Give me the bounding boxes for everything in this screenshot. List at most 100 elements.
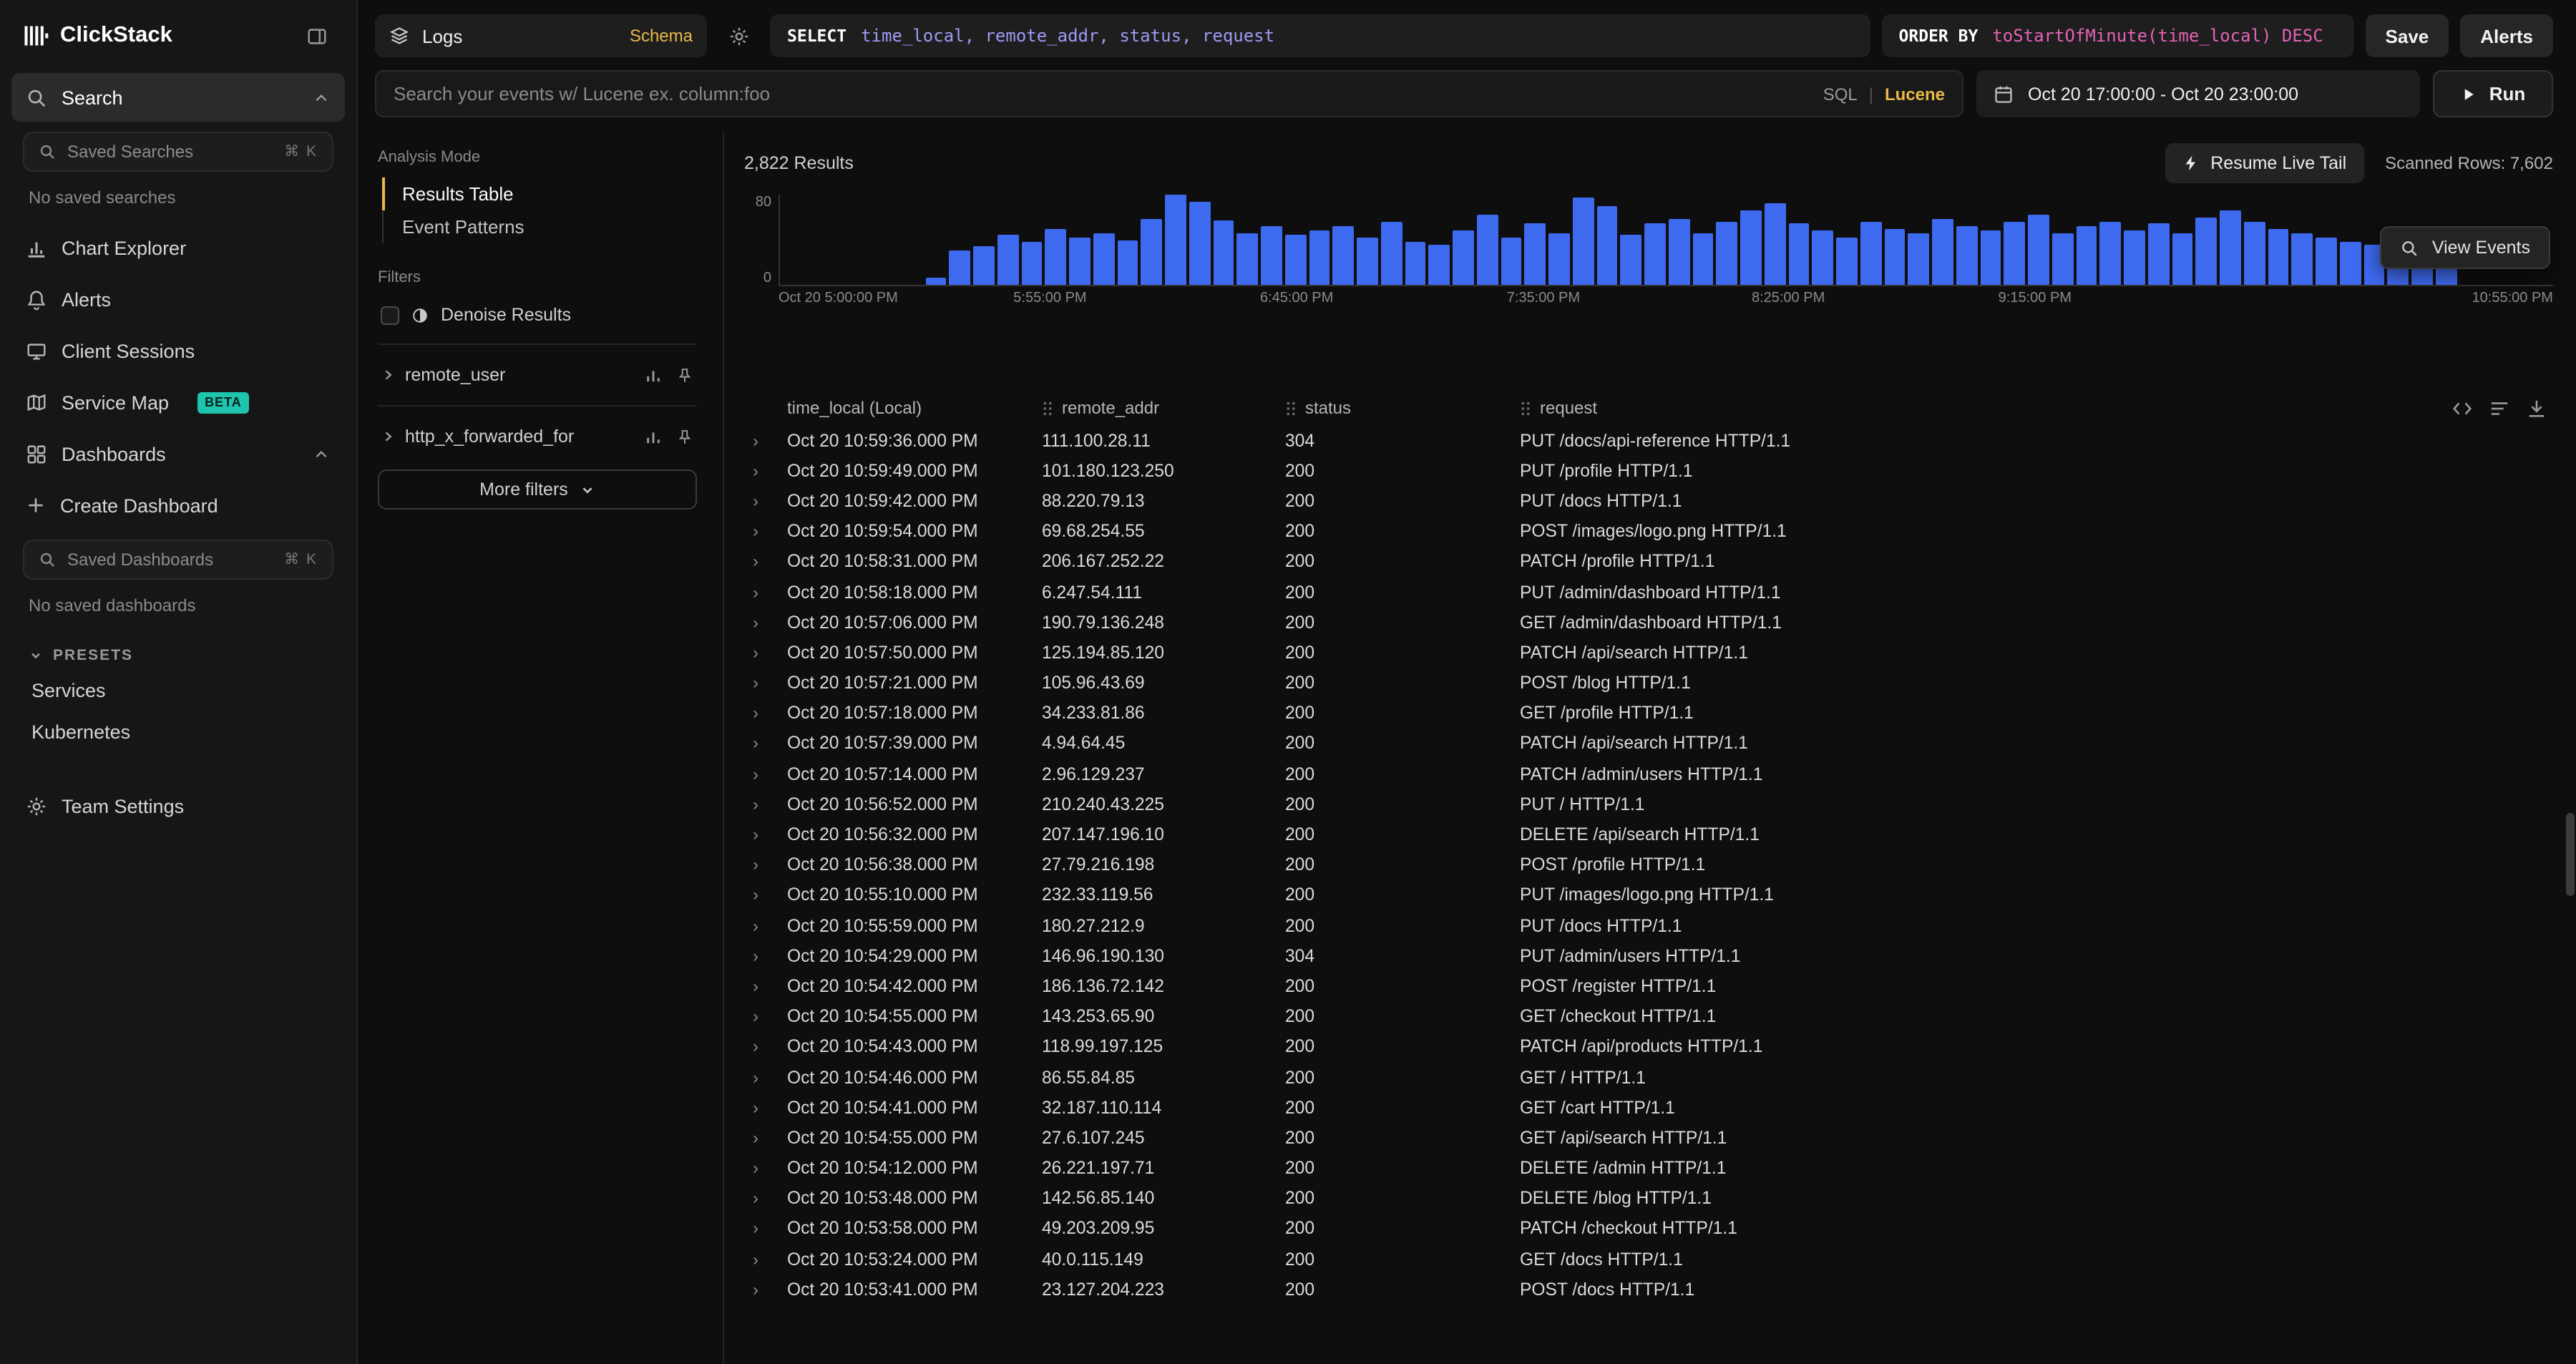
- drag-grip-icon[interactable]: [1042, 399, 1053, 417]
- sidebar-collapse-button[interactable]: [296, 16, 336, 56]
- chart-bar[interactable]: [1021, 242, 1043, 285]
- pin-icon[interactable]: [675, 427, 694, 446]
- mode-event-patterns[interactable]: Event Patterns: [382, 210, 697, 243]
- chart-bar[interactable]: [2268, 228, 2289, 285]
- chart-bar[interactable]: [1669, 220, 1690, 285]
- chart-bar[interactable]: [1069, 238, 1091, 285]
- more-filters-button[interactable]: More filters: [378, 469, 697, 510]
- mini-chart-icon[interactable]: [644, 366, 663, 384]
- chart-bar[interactable]: [1621, 235, 1642, 285]
- filter-field-http-x-forwarded-for[interactable]: http_x_forwarded_for: [378, 418, 697, 455]
- chart-bar[interactable]: [1189, 201, 1211, 285]
- drag-grip-icon[interactable]: [1520, 399, 1531, 417]
- filter-field-remote-user[interactable]: remote_user: [378, 356, 697, 394]
- chart-bar[interactable]: [1860, 222, 1882, 285]
- row-expand-chevron-icon[interactable]: ›: [744, 607, 781, 637]
- row-expand-chevron-icon[interactable]: ›: [744, 1214, 781, 1244]
- chart-bar[interactable]: [2004, 222, 2026, 285]
- saved-dashboards-input[interactable]: Saved Dashboards ⌘ K: [23, 540, 333, 580]
- chart-bar[interactable]: [1477, 215, 1498, 285]
- preset-item-kubernetes[interactable]: Kubernetes: [0, 711, 356, 753]
- save-button[interactable]: Save: [2366, 14, 2449, 57]
- sidebar-item-client-sessions[interactable]: Client Sessions: [11, 326, 345, 375]
- table-row[interactable]: ›Oct 20 10:54:29.000 PM146.96.190.130304…: [744, 940, 2553, 970]
- table-row[interactable]: ›Oct 20 10:57:21.000 PM105.96.43.69200PO…: [744, 668, 2553, 698]
- table-row[interactable]: ›Oct 20 10:57:06.000 PM190.79.136.248200…: [744, 607, 2553, 637]
- lucene-mode-toggle[interactable]: Lucene: [1885, 84, 1945, 104]
- chart-bar[interactable]: [997, 235, 1019, 285]
- chart-bar[interactable]: [1309, 230, 1330, 285]
- table-row[interactable]: ›Oct 20 10:54:55.000 PM27.6.107.245200GE…: [744, 1123, 2553, 1153]
- chart-bar[interactable]: [1141, 220, 1163, 285]
- chart-bar[interactable]: [1405, 242, 1426, 285]
- chart-bar[interactable]: [2244, 222, 2265, 285]
- chart-bar[interactable]: [1956, 226, 1978, 285]
- table-row[interactable]: ›Oct 20 10:54:43.000 PM118.99.197.125200…: [744, 1032, 2553, 1062]
- chart-bar[interactable]: [1429, 244, 1450, 285]
- chart-bar[interactable]: [1836, 238, 1858, 285]
- table-row[interactable]: ›Oct 20 10:56:32.000 PM207.147.196.10200…: [744, 819, 2553, 849]
- chart-bar[interactable]: [2196, 218, 2218, 286]
- row-expand-chevron-icon[interactable]: ›: [744, 516, 781, 546]
- chart-bar[interactable]: [2052, 233, 2074, 285]
- source-select[interactable]: Logs Schema: [375, 14, 707, 57]
- chart-bar[interactable]: [1573, 197, 1594, 285]
- row-expand-chevron-icon[interactable]: ›: [744, 455, 781, 485]
- row-expand-chevron-icon[interactable]: ›: [744, 486, 781, 516]
- row-expand-chevron-icon[interactable]: ›: [744, 849, 781, 880]
- row-expand-chevron-icon[interactable]: ›: [744, 1032, 781, 1062]
- chart-bar[interactable]: [2316, 238, 2337, 285]
- chart-bar[interactable]: [1740, 210, 1762, 285]
- chart-bar[interactable]: [973, 246, 995, 285]
- chart-bar[interactable]: [1692, 233, 1714, 285]
- sql-mode-toggle[interactable]: SQL: [1823, 84, 1858, 104]
- presets-section-toggle[interactable]: PRESETS: [0, 630, 356, 670]
- chart-bar[interactable]: [2148, 224, 2170, 285]
- saved-searches-input[interactable]: Saved Searches ⌘ K: [23, 132, 333, 172]
- row-density-icon[interactable]: [2489, 397, 2510, 419]
- row-expand-chevron-icon[interactable]: ›: [744, 638, 781, 668]
- denoise-checkbox[interactable]: [381, 306, 399, 324]
- column-header-time-local[interactable]: time_local (Local): [781, 391, 1036, 425]
- date-range-picker[interactable]: Oct 20 17:00:00 - Oct 20 23:00:00: [1976, 70, 2420, 117]
- table-row[interactable]: ›Oct 20 10:53:24.000 PM40.0.115.149200GE…: [744, 1244, 2553, 1274]
- denoise-results-toggle[interactable]: Denoise Results: [378, 298, 697, 332]
- select-clause-input[interactable]: SELECT time_local, remote_addr, status, …: [770, 14, 1870, 57]
- table-row[interactable]: ›Oct 20 10:53:48.000 PM142.56.85.140200D…: [744, 1183, 2553, 1213]
- chart-bar[interactable]: [1285, 235, 1307, 285]
- chart-bar[interactable]: [1501, 238, 1522, 285]
- chart-bar[interactable]: [1548, 233, 1570, 285]
- preset-item-services[interactable]: Services: [0, 670, 356, 711]
- table-row[interactable]: ›Oct 20 10:53:58.000 PM49.203.209.95200P…: [744, 1214, 2553, 1244]
- sidebar-item-service-map[interactable]: Service Map BETA: [11, 378, 345, 427]
- column-header-status[interactable]: status: [1279, 391, 1514, 425]
- chart-bar[interactable]: [1813, 230, 1834, 285]
- row-expand-chevron-icon[interactable]: ›: [744, 1123, 781, 1153]
- table-row[interactable]: ›Oct 20 10:56:52.000 PM210.240.43.225200…: [744, 789, 2553, 819]
- chart-bar[interactable]: [1765, 204, 1786, 285]
- chart-bar[interactable]: [950, 251, 971, 285]
- view-events-button[interactable]: View Events: [2381, 226, 2550, 269]
- table-row[interactable]: ›Oct 20 10:59:54.000 PM69.68.254.55200PO…: [744, 516, 2553, 546]
- chart-bar[interactable]: [2172, 233, 2193, 285]
- drag-grip-icon[interactable]: [1285, 399, 1297, 417]
- table-row[interactable]: ›Oct 20 10:56:38.000 PM27.79.216.198200P…: [744, 849, 2553, 880]
- table-row[interactable]: ›Oct 20 10:54:12.000 PM26.221.197.71200D…: [744, 1153, 2553, 1183]
- row-expand-chevron-icon[interactable]: ›: [744, 1183, 781, 1213]
- chart-bar[interactable]: [2100, 222, 2122, 285]
- chart-bar[interactable]: [1165, 195, 1186, 285]
- column-header-request[interactable]: request: [1514, 391, 2553, 425]
- chart-bar[interactable]: [1453, 230, 1474, 285]
- row-expand-chevron-icon[interactable]: ›: [744, 1092, 781, 1122]
- chart-bar[interactable]: [2028, 215, 2049, 285]
- table-row[interactable]: ›Oct 20 10:57:39.000 PM4.94.64.45200PATC…: [744, 729, 2553, 759]
- chart-bar[interactable]: [1093, 233, 1115, 285]
- table-row[interactable]: ›Oct 20 10:57:18.000 PM34.233.81.86200GE…: [744, 698, 2553, 728]
- orderby-clause-input[interactable]: ORDER BY toStartOfMinute(time_local) DES…: [1882, 14, 2354, 57]
- table-row[interactable]: ›Oct 20 10:54:55.000 PM143.253.65.90200G…: [744, 1001, 2553, 1031]
- chart-bar[interactable]: [1045, 228, 1067, 285]
- chart-bar[interactable]: [1932, 220, 1953, 285]
- chart-bar[interactable]: [1261, 226, 1282, 285]
- row-expand-chevron-icon[interactable]: ›: [744, 940, 781, 970]
- sidebar-item-alerts[interactable]: Alerts: [11, 275, 345, 323]
